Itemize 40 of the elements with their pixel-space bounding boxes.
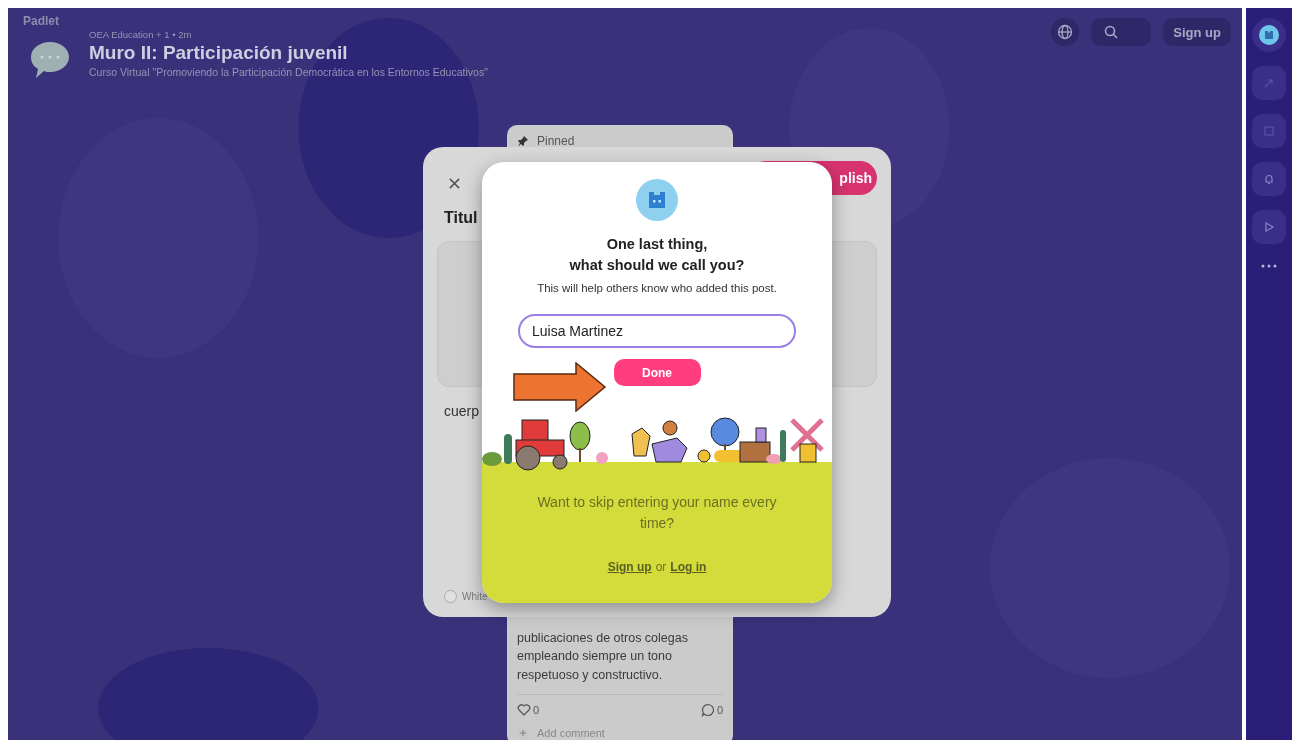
board-meta: OEA Education + 1 • 2m: [89, 28, 193, 40]
avatar-icon: [636, 179, 678, 221]
plus-icon: [517, 727, 529, 739]
comment-count: 0: [716, 704, 723, 716]
more-icon[interactable]: [1261, 264, 1277, 268]
frame-icon: [1263, 125, 1275, 137]
radio-button[interactable]: [444, 590, 457, 603]
play-button[interactable]: [1252, 210, 1286, 244]
search-icon: [1103, 24, 1120, 40]
post-body-text: publicaciones de otros colegas empleando siempre un tono respetuoso y constructivo.: [517, 629, 689, 684]
board-description: Curso Virtual "Promoviendo la Participación Democrática en los Entornos Educativos": [89, 65, 488, 78]
dialog-heading: One last thing, what should we call you?: [569, 235, 745, 275]
comment-icon[interactable]: [700, 703, 715, 717]
name-input-field[interactable]: Luisa Martinez: [518, 314, 796, 348]
color-option-label: White: [462, 591, 488, 602]
body-field[interactable]: cuerp: [444, 403, 480, 419]
or-text: or: [655, 560, 667, 574]
dialog-subtitle: This will help others know who added this post.: [537, 282, 777, 294]
avatar-icon: [1259, 25, 1279, 45]
board-title: Muro II: Participación juvenil: [89, 41, 349, 64]
bell-icon: [1263, 173, 1275, 185]
sign-up-button[interactable]: Sign up: [1163, 18, 1231, 46]
skip-prompt: Want to skip entering your name every time?: [537, 493, 777, 533]
sign-up-link[interactable]: Sign up: [607, 560, 652, 574]
share-icon: [1263, 77, 1275, 89]
profile-button[interactable]: [1252, 18, 1286, 52]
notifications-button[interactable]: [1252, 162, 1286, 196]
title-field[interactable]: Titul: [444, 209, 478, 227]
log-in-link[interactable]: Log in: [670, 560, 707, 574]
close-icon[interactable]: [448, 176, 461, 190]
heart-icon[interactable]: [517, 703, 531, 717]
pinned-label: Pinned: [537, 134, 575, 148]
language-button[interactable]: [1051, 18, 1080, 46]
brand-logo-text[interactable]: Padlet: [23, 14, 59, 28]
pin-icon: [517, 135, 529, 147]
play-icon: [1263, 221, 1275, 233]
like-count: 0: [533, 704, 540, 716]
globe-icon: [1057, 24, 1074, 40]
search-button[interactable]: [1091, 18, 1152, 46]
done-button[interactable]: Done: [613, 359, 701, 386]
